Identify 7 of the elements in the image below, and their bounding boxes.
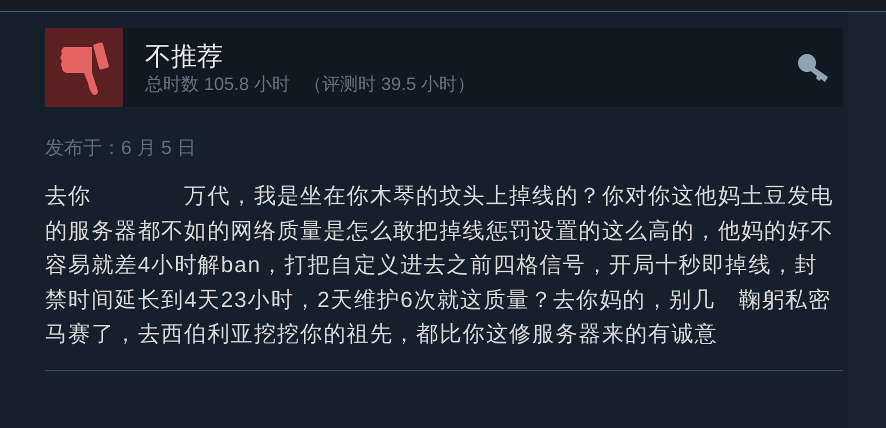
review-text: 去你 万代，我是坐在你木琴的坟头上掉线的？你对你这他妈土豆发电的服务器都不如的网络质量是怎么敢把掉线惩罚设置的这么高的，他妈的好不容易就差4小时解ban，打把自定义进去之前四格信号，开局十秒即掉线，封禁时间延长到4天23小时，2天维护6次就这质量？去你妈的，别几 鞠躬私密马赛了，去西伯利亚挖挖你的祖先，都比你这修服务器来的有诚意 bbox=[45, 182, 835, 348]
key-icon bbox=[797, 52, 831, 82]
review-verdict: 不推荐 bbox=[145, 40, 224, 72]
total-hours: 总时数 105.8 小时 bbox=[145, 72, 290, 96]
review-hours: （评测时 39.5 小时） bbox=[304, 72, 476, 96]
posted-date: 发布于：6 月 5 日 bbox=[45, 137, 197, 161]
thumb-down-icon bbox=[45, 28, 123, 107]
